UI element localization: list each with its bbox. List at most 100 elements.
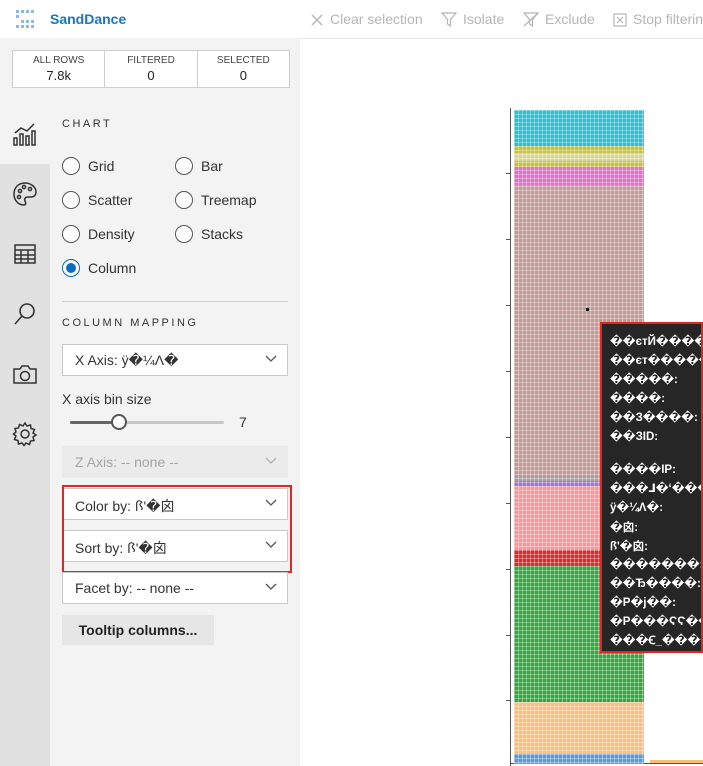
y-tick <box>506 635 511 636</box>
radio-label: Scatter <box>88 192 133 208</box>
tooltip-line: �Р�ϳ��: <box>610 597 676 609</box>
chevron-down-icon <box>265 355 277 362</box>
filter-icon <box>440 12 458 28</box>
sidebar-tab-settings[interactable] <box>0 404 50 464</box>
chart-type-bar[interactable]: Bar <box>175 157 223 175</box>
radio-circle[interactable] <box>62 191 80 209</box>
search-icon <box>14 303 35 325</box>
exclude-label: Exclude <box>545 11 595 27</box>
sanddance-logo-icon <box>16 10 34 28</box>
y-tick <box>506 700 511 701</box>
facet-by-dropdown[interactable]: Facet by: -- none -- <box>62 572 288 604</box>
radio-label: Column <box>88 260 137 276</box>
count-value: 0 <box>239 68 247 83</box>
clear-selection-button[interactable]: Clear selection <box>310 11 423 27</box>
tooltip-line: �囟: <box>610 522 639 534</box>
tooltip-line: ���⅃�ʻ���� <box>610 483 701 495</box>
column-mapping-title: COLUMN MAPPING <box>62 317 199 329</box>
radio-circle[interactable] <box>175 225 193 243</box>
stop-filter-icon <box>613 13 627 27</box>
chart-type-scatter[interactable]: Scatter <box>62 191 132 209</box>
sidebar-tab-search[interactable] <box>0 284 50 344</box>
app-title: SandDance <box>50 11 127 27</box>
count-label: FILTERED <box>127 55 175 66</box>
chart-type-column[interactable]: Column <box>62 259 136 277</box>
tooltip-line: ��Ђ����: <box>610 578 701 590</box>
tooltip-line: �����: <box>610 374 678 386</box>
icon-rail <box>0 104 50 766</box>
count-label: ALL ROWS <box>33 55 85 66</box>
z-axis-dropdown: Z Axis: -- none -- <box>62 446 288 478</box>
bin-size-label: X axis bin size <box>62 391 152 407</box>
radio-circle[interactable] <box>175 157 193 175</box>
count-filtered: FILTERED 0 <box>105 51 198 87</box>
chevron-down-icon <box>265 457 277 464</box>
count-value: 0 <box>147 68 155 83</box>
sidebar-tab-snapshots[interactable] <box>0 344 50 404</box>
close-icon <box>311 14 323 26</box>
radio-label: Treemap <box>201 192 257 208</box>
tooltip-line: �Р���ϚϚ��� <box>610 616 701 628</box>
sidebar-tab-data[interactable] <box>0 224 50 284</box>
next-column-stub[interactable] <box>650 760 703 763</box>
count-all-rows: ALL ROWS 7.8k <box>13 51 106 87</box>
tooltip-line: ����IP: <box>610 464 676 476</box>
exclude-button[interactable]: Exclude <box>522 11 595 28</box>
data-tooltip: ��єтЙ����: ��єт����� �����: ����: ��З���… <box>600 322 703 653</box>
camera-icon <box>13 365 37 384</box>
sidebar-tab-color[interactable] <box>0 164 50 224</box>
radio-circle[interactable] <box>62 157 80 175</box>
count-selected: SELECTED 0 <box>198 51 289 87</box>
y-tick <box>506 173 511 174</box>
y-tick <box>506 371 511 372</box>
y-tick <box>506 305 511 306</box>
tooltip-columns-button[interactable]: Tooltip columns... <box>62 615 214 645</box>
sidebar-tab-chart[interactable] <box>0 104 50 164</box>
bin-size-slider-thumb[interactable] <box>111 414 127 430</box>
tooltip-line: ꟗ'�囟: <box>610 541 648 553</box>
chart-type-density[interactable]: Density <box>62 225 135 243</box>
tooltip-line: ÿ�¼Λ�: <box>610 502 664 514</box>
chart-type-treemap[interactable]: Treemap <box>175 191 257 209</box>
y-tick <box>506 569 511 570</box>
chart-type-grid[interactable]: Grid <box>62 157 114 175</box>
radio-label: Grid <box>88 158 115 174</box>
radio-label: Bar <box>201 158 223 174</box>
radio-circle-selected[interactable] <box>62 259 80 277</box>
y-tick <box>506 437 511 438</box>
chart-type-stacks[interactable]: Stacks <box>175 225 243 243</box>
table-icon <box>14 244 36 264</box>
clear-selection-label: Clear selection <box>330 11 423 27</box>
tooltip-line: ��єтЙ����: <box>610 336 703 348</box>
stop-filtering-button[interactable]: Stop filtering <box>613 11 703 27</box>
y-tick <box>506 239 511 240</box>
filter-exclude-icon <box>522 12 540 28</box>
palette-icon <box>13 182 37 206</box>
x-axis-value: X Axis: ÿ�¼Λ� <box>75 352 179 368</box>
isolate-label: Isolate <box>463 11 505 27</box>
chart-icon <box>13 123 36 146</box>
highlight-box <box>62 485 292 573</box>
tooltip-line: ��З����: <box>610 412 698 424</box>
radio-label: Density <box>88 226 135 242</box>
tooltip-line: ����: <box>610 393 666 405</box>
facet-by-value: Facet by: -- none -- <box>75 580 195 596</box>
bin-size-value: 7 <box>239 414 247 430</box>
isolate-button[interactable]: Isolate <box>440 11 505 28</box>
y-tick <box>506 503 511 504</box>
count-label: SELECTED <box>216 55 270 66</box>
section-divider <box>62 301 288 302</box>
z-axis-value: Z Axis: -- none -- <box>75 454 179 470</box>
radio-circle[interactable] <box>62 225 80 243</box>
tooltip-line: ���Ꞓ_���� <box>610 635 703 647</box>
selected-point-marker <box>586 308 589 311</box>
tooltip-line: ��ЗID: <box>610 431 659 443</box>
stop-filtering-label: Stop filtering <box>633 11 703 27</box>
x-axis-dropdown[interactable]: X Axis: ÿ�¼Λ� <box>62 344 288 376</box>
row-counts: ALL ROWS 7.8k FILTERED 0 SELECTED 0 <box>12 50 290 88</box>
top-toolbar: SandDance Clear selection Isolate Exclud… <box>0 0 703 39</box>
tooltip-line: ��єт����� <box>610 355 703 367</box>
chevron-down-icon <box>265 583 277 590</box>
chart-section-title: CHART <box>62 118 113 130</box>
radio-circle[interactable] <box>175 191 193 209</box>
